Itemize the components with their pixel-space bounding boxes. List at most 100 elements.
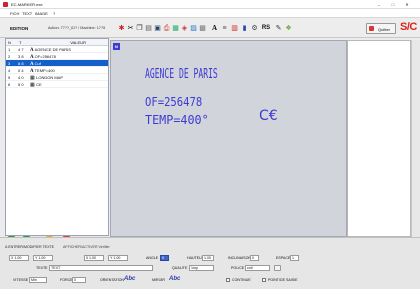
edit-icon[interactable]: ✎: [274, 24, 283, 33]
row-label: LONDON MAP: [36, 75, 64, 80]
vitesse-select[interactable]: Min: [29, 277, 47, 283]
list-item[interactable]: 23 8A OF=256478: [6, 53, 108, 60]
app-icon: [3, 2, 8, 7]
police-select[interactable]: cctt: [245, 265, 270, 271]
grid-icon[interactable]: ▦: [171, 24, 180, 33]
font-browse-button[interactable]: [274, 265, 281, 271]
toolbar: EDITION Action: 77??_ID? / Machine: 17?5…: [0, 18, 420, 38]
mode-label: EDITION: [10, 26, 29, 31]
close-button[interactable]: ✕: [403, 2, 411, 7]
column-n: N: [8, 40, 11, 45]
row-label: AGENCE DE PARIS: [34, 47, 71, 52]
paste-icon[interactable]: ▤: [144, 24, 153, 33]
miroir-label: MIROIR: [152, 278, 165, 282]
continue-label: CONTINUE: [232, 278, 251, 282]
rs-icon[interactable]: RS: [260, 24, 272, 33]
quit-button[interactable]: Quitter: [366, 23, 396, 34]
image-icon[interactable]: ▨: [189, 24, 198, 33]
settings-icon[interactable]: ⚙: [250, 24, 259, 33]
copy-icon[interactable]: ❐: [135, 24, 144, 33]
pos-z-field[interactable]: 0 1.00: [84, 255, 104, 261]
row-number: 1: [8, 47, 11, 52]
menu-fich[interactable]: FICH: [10, 11, 19, 16]
quit-label: Quitter: [378, 27, 391, 32]
row-label: Cuf: [34, 61, 41, 66]
row-type: 4 0: [18, 75, 24, 80]
inclinaison-label: INCLINAISON: [228, 256, 251, 260]
title-bar: EC-MARKER.exe – □ ✕: [0, 0, 420, 9]
menu-bar: FICH TEXT IMAGE ?: [0, 9, 420, 18]
minimize-button[interactable]: –: [375, 2, 383, 7]
row-number: 2: [8, 54, 11, 59]
angle-label: ANGLE: [146, 256, 159, 260]
orientation-value[interactable]: Abc: [124, 276, 135, 282]
help-icon[interactable]: ❖: [284, 24, 293, 33]
text-a2-icon[interactable]: ≡: [220, 24, 229, 33]
row-label: CE: [36, 82, 42, 87]
brand-logo: S/C: [400, 21, 417, 33]
pos-y-field[interactable]: Y 1.00: [33, 255, 53, 261]
row-number: 3: [8, 61, 11, 66]
marking-line-3[interactable]: TEMP=400°: [145, 113, 209, 127]
texte-field[interactable]: TEXT: [49, 265, 153, 271]
print-icon[interactable]: ⎙: [162, 24, 171, 33]
image2-icon[interactable]: ▩: [198, 24, 207, 33]
inclinaison-field[interactable]: 0: [250, 255, 259, 261]
qualite-label: QUALITE: [172, 266, 188, 270]
pos-w-field[interactable]: Y 1.00: [108, 255, 128, 261]
marking-canvas[interactable]: N AGENCE DE PARIS OF=256478 TEMP=400° C€: [110, 40, 347, 237]
list-item[interactable]: 54 0 ▦ LONDON MAP: [6, 74, 108, 81]
force-field[interactable]: 0: [72, 277, 86, 283]
force-label: FORCE: [60, 278, 73, 282]
point-label: POINT/DE SAISIE: [268, 278, 298, 282]
row-type: 4 7: [18, 47, 24, 52]
qualite-select[interactable]: 1mp: [189, 265, 214, 271]
datamatrix-icon[interactable]: ▮: [240, 24, 249, 33]
save-icon[interactable]: ▣: [153, 24, 162, 33]
pos-x-field[interactable]: X 1.00: [9, 255, 29, 261]
text-a-icon[interactable]: A: [210, 24, 219, 33]
list-item[interactable]: 40 4A TEMP=400: [6, 67, 108, 74]
list-item[interactable]: 65 0 ▦ CE: [6, 81, 108, 88]
row-type: 0 4: [18, 68, 24, 73]
vitesse-label: VITESSE: [13, 278, 29, 282]
espace-field[interactable]: 1: [290, 255, 299, 261]
row-type: 8 8: [18, 61, 24, 66]
tab-enter-text[interactable]: A ENTRER/MODIFIER TEXTE: [5, 245, 54, 249]
menu-help[interactable]: ?: [53, 11, 55, 16]
miroir-value[interactable]: Abc: [169, 276, 180, 282]
point-checkbox[interactable]: [262, 278, 266, 282]
list-item[interactable]: 14 7A AGENCE DE PARIS: [6, 46, 108, 53]
preview-panel: [347, 40, 411, 237]
row-label: TEMP=400: [34, 68, 55, 73]
object-list: N T VALEUR 14 7A AGENCE DE PARIS 23 8A O…: [5, 38, 109, 236]
ce-mark[interactable]: C€: [259, 108, 278, 124]
vertical-scrollbar[interactable]: [411, 40, 420, 237]
menu-image[interactable]: IMAGE: [35, 11, 48, 16]
row-label: OF=256478: [34, 54, 56, 59]
police-label: POLICE: [231, 266, 245, 270]
row-type: 5 0: [18, 82, 24, 87]
tab-display-image[interactable]: AFFICHER/ACTIVER Verifier: [63, 245, 110, 249]
maximize-button[interactable]: □: [389, 2, 397, 7]
row-number: 6: [8, 82, 11, 87]
continue-checkbox[interactable]: [226, 278, 230, 282]
logo-icon[interactable]: ◈: [180, 24, 189, 33]
barcode-icon[interactable]: ▥: [230, 24, 239, 33]
marking-line-1[interactable]: AGENCE DE PARIS: [145, 67, 218, 82]
menu-text[interactable]: TEXT: [22, 11, 32, 16]
angle-field[interactable]: 0: [160, 255, 169, 261]
list-item-selected[interactable]: 38 8A Cuf: [6, 60, 108, 67]
object-list-header: N T VALEUR: [6, 39, 108, 46]
hauteur-field[interactable]: 1.00: [202, 255, 214, 261]
figure-icon[interactable]: ✱: [117, 24, 126, 33]
cut-icon[interactable]: ✂: [126, 24, 135, 33]
machine-info: Action: 77??_ID? / Machine: 17?5: [48, 26, 106, 30]
quit-icon: [369, 26, 374, 31]
espace-label: ESPACE: [276, 256, 291, 260]
marking-line-2[interactable]: OF=256478: [145, 95, 202, 109]
column-value: VALEUR: [70, 40, 86, 45]
properties-panel: A ENTRER/MODIFIER TEXTE AFFICHER/ACTIVER…: [0, 237, 420, 289]
orientation-label: ORIENTATION: [100, 278, 125, 282]
column-t: T: [19, 40, 22, 45]
